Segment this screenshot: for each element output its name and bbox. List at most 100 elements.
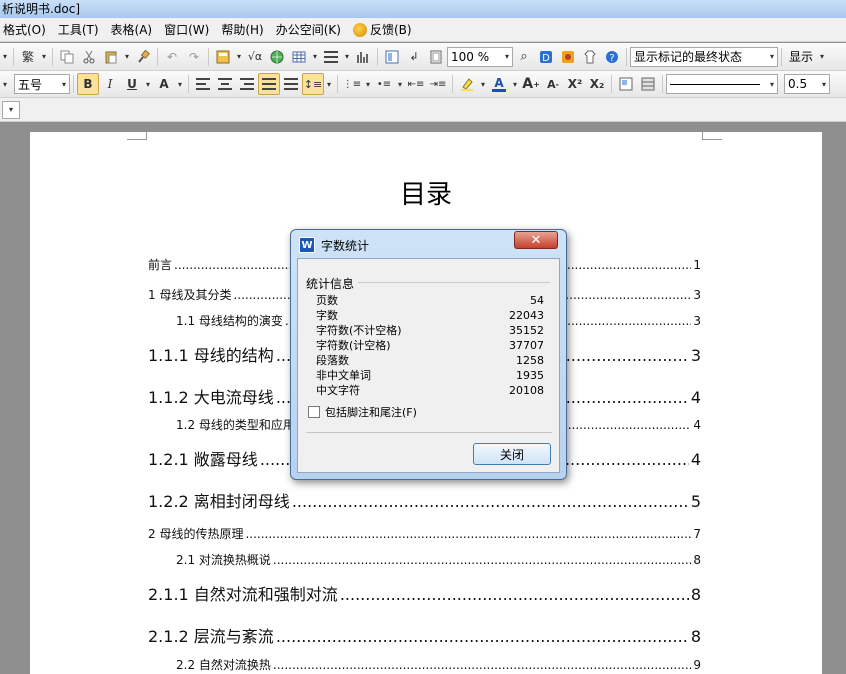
bold-button[interactable]: B: [77, 73, 99, 95]
zoom-select[interactable]: 100 % ▾: [447, 46, 513, 67]
menu-feedback[interactable]: 反馈(B): [350, 18, 421, 42]
underline-dropdown-icon[interactable]: ▾: [143, 73, 153, 95]
separator: [13, 47, 14, 66]
undo-icon[interactable]: ↶: [161, 46, 183, 68]
menu-format[interactable]: 格式(O): [0, 18, 55, 42]
include-footnotes-checkbox[interactable]: [308, 406, 320, 418]
show-menu-button[interactable]: 显示: [785, 48, 817, 65]
toc-page-number: 3: [693, 288, 701, 302]
find-binoculars-icon[interactable]: ⌕: [513, 46, 535, 68]
hyperlink-globe-icon[interactable]: [266, 46, 288, 68]
columns-icon[interactable]: [320, 46, 342, 68]
style-select[interactable]: ▾: [2, 100, 20, 119]
justify-icon[interactable]: [258, 73, 280, 95]
shrink-font-button[interactable]: A-: [542, 73, 564, 95]
dialog-close-button[interactable]: ✕: [514, 231, 558, 249]
toc-entry-text: 2 母线的传热原理: [148, 527, 244, 541]
show-dropdown-icon[interactable]: ▾: [817, 46, 827, 68]
svg-text:?: ?: [609, 53, 614, 64]
close-icon: ✕: [530, 232, 542, 248]
numbering-dropdown-icon[interactable]: ▾: [363, 73, 373, 95]
char-scale-button[interactable]: A: [153, 73, 175, 95]
subscript-button[interactable]: X₂: [586, 73, 608, 95]
font-color-dropdown-icon[interactable]: ▾: [510, 73, 520, 95]
close-button[interactable]: 关闭: [473, 443, 551, 465]
calculator-dropdown-icon[interactable]: ▾: [234, 46, 244, 68]
char-scale-dropdown-icon[interactable]: ▾: [175, 73, 185, 95]
italic-button[interactable]: I: [99, 73, 121, 95]
table-icon[interactable]: [288, 46, 310, 68]
help-icon[interactable]: ?: [601, 46, 623, 68]
separator: [611, 75, 612, 93]
underline-button[interactable]: U: [121, 73, 143, 95]
menu-tools[interactable]: 工具(T): [55, 18, 108, 42]
include-footnotes-option[interactable]: 包括脚注和尾注(F): [308, 404, 417, 420]
dialog-titlebar[interactable]: W 字数统计: [299, 235, 369, 255]
highlight-icon[interactable]: [456, 73, 478, 95]
increase-indent-icon[interactable]: ⇥≡: [427, 73, 449, 95]
font-size-value: 五号: [18, 77, 43, 92]
grow-font-button[interactable]: A +: [520, 73, 542, 95]
ebook-d-icon[interactable]: D: [535, 46, 557, 68]
copy-icon[interactable]: [56, 46, 78, 68]
highlight-dropdown-icon[interactable]: ▾: [478, 73, 488, 95]
formula-icon[interactable]: √α: [244, 46, 266, 68]
align-right-icon[interactable]: [236, 73, 258, 95]
paste-icon[interactable]: [100, 46, 122, 68]
stat-value: 20108: [509, 384, 544, 397]
table-dropdown-icon[interactable]: ▾: [310, 46, 320, 68]
toc-entry[interactable]: 2 母线的传热原理 7: [148, 525, 701, 542]
superscript-button[interactable]: X²: [564, 73, 586, 95]
calculator-icon[interactable]: [212, 46, 234, 68]
shading-icon[interactable]: [637, 73, 659, 95]
menu-window[interactable]: 窗口(W): [161, 18, 218, 42]
toc-page-number: 4: [693, 418, 701, 432]
menu-help[interactable]: 帮助(H): [218, 18, 272, 42]
toc-page-number: 1: [693, 258, 701, 272]
format-painter-icon[interactable]: [132, 46, 154, 68]
toc-entry[interactable]: 2.2 自然对流换热 9: [176, 656, 701, 673]
numbering-icon[interactable]: ⋮≡: [341, 73, 363, 95]
bullets-dropdown-icon[interactable]: ▾: [395, 73, 405, 95]
line-style-select[interactable]: ▾: [666, 74, 778, 94]
menu-table[interactable]: 表格(A): [108, 18, 162, 42]
columns-dropdown-icon[interactable]: ▾: [342, 46, 352, 68]
font-dropdown-icon[interactable]: ▾: [0, 73, 10, 95]
line-spacing-dropdown-icon[interactable]: ▾: [324, 73, 334, 95]
show-hide-marks-icon[interactable]: ↲: [403, 46, 425, 68]
toc-entry[interactable]: 1.2.2 离相封闭母线 5: [148, 488, 701, 512]
borders-icon[interactable]: [615, 73, 637, 95]
shirt-icon[interactable]: [579, 46, 601, 68]
toc-page-number: 3: [690, 346, 701, 365]
cut-icon[interactable]: [78, 46, 100, 68]
toolbar-dropdown-icon[interactable]: ▾: [0, 46, 10, 68]
stat-row-pages: 页数 54: [316, 293, 544, 308]
markup-display-select[interactable]: 显示标记的最终状态 ▾: [630, 46, 778, 67]
document-map-icon[interactable]: [381, 46, 403, 68]
page-frame-icon[interactable]: [425, 46, 447, 68]
line-width-select[interactable]: 0.5 ▾: [784, 74, 830, 94]
menu-office-space[interactable]: 办公空间(K): [273, 18, 350, 42]
traditional-chinese-button[interactable]: 繁: [17, 46, 39, 68]
redo-icon[interactable]: ↷: [183, 46, 205, 68]
dialog-divider: [306, 432, 552, 433]
font-color-button[interactable]: A: [488, 73, 510, 95]
align-left-icon[interactable]: [192, 73, 214, 95]
toc-entry[interactable]: 2.1.2 层流与紊流 8: [148, 623, 701, 647]
toc-entry-text: 1.1.1 母线的结构: [148, 346, 274, 365]
line-spacing-icon[interactable]: ↕≡: [302, 73, 324, 95]
decrease-indent-icon[interactable]: ⇤≡: [405, 73, 427, 95]
align-center-icon[interactable]: [214, 73, 236, 95]
stat-value: 1258: [516, 354, 544, 367]
font-size-select[interactable]: 五号 ▾: [14, 74, 70, 94]
toc-entry[interactable]: 2.1 对流换热概说 8: [176, 551, 701, 568]
distribute-icon[interactable]: [280, 73, 302, 95]
traditional-dropdown-icon[interactable]: ▾: [39, 46, 49, 68]
bullets-icon[interactable]: •≡: [373, 73, 395, 95]
chart-icon[interactable]: [352, 46, 374, 68]
toc-page-number: 8: [693, 553, 701, 567]
window-title: 析说明书.doc]: [2, 2, 81, 16]
toc-entry[interactable]: 2.1.1 自然对流和强制对流 8: [148, 581, 701, 605]
gift-box-icon[interactable]: [557, 46, 579, 68]
paste-dropdown-icon[interactable]: ▾: [122, 46, 132, 68]
